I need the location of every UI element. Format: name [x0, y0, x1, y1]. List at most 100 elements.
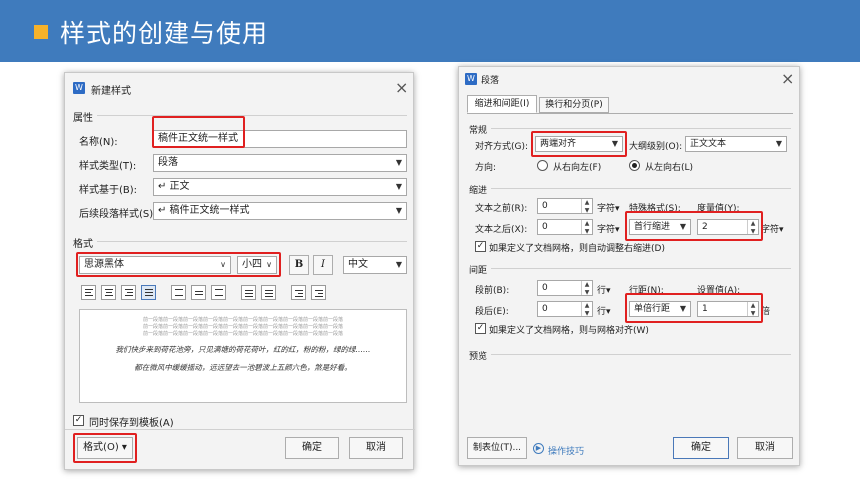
distribute-icon[interactable] — [171, 285, 186, 300]
tips-icon[interactable]: ▶ — [533, 443, 544, 454]
chevron-down-icon: ▼ — [775, 139, 782, 148]
unit-label[interactable]: 行▾ — [597, 283, 611, 296]
rtl-label: 从右向左(F) — [553, 163, 602, 173]
space-after-input[interactable]: 0 ▲ ▼ — [537, 301, 593, 317]
spinner-icon[interactable]: ▲ ▼ — [581, 220, 592, 234]
preview-prev-line: 前一段落前一段落前一段落前一段落前一段落前一段落前一段落前一段落前一段落前一段落 — [142, 317, 343, 323]
close-icon[interactable]: × — [781, 69, 794, 88]
divider — [467, 113, 793, 114]
section-format: 格式 — [73, 239, 93, 250]
increase-spacing-icon[interactable] — [241, 285, 256, 300]
chevron-down-icon: ▼ — [395, 206, 402, 215]
align-right-icon[interactable] — [121, 285, 136, 300]
section-indent: 缩进 — [469, 186, 488, 196]
unit-label[interactable]: 字符▾ — [597, 222, 620, 235]
dialog-title: 段落 — [481, 76, 500, 86]
tab-stops-button[interactable]: 制表位(T)... — [467, 437, 527, 459]
divider — [491, 128, 791, 129]
highlight-box — [73, 433, 137, 463]
unit-label[interactable]: 字符▾ — [597, 201, 620, 214]
tab-indent-spacing[interactable]: 缩进和间距(I) — [467, 95, 537, 113]
close-icon[interactable]: × — [395, 78, 408, 97]
chevron-down-icon: ▼ — [395, 158, 402, 167]
section-preview: 预览 — [469, 352, 488, 362]
align-center-icon[interactable] — [101, 285, 116, 300]
save-to-template-checkbox[interactable]: ✓ — [73, 415, 84, 426]
section-general: 常规 — [469, 126, 488, 136]
divider — [491, 268, 791, 269]
preview-text-line: 我们快步来到荷花池旁，只见满塘的荷花荷叶，红的红，粉的粉，绿的绿…… — [115, 345, 371, 354]
ltr-label: 从左向右(L) — [645, 163, 694, 173]
tab-line-page-break[interactable]: 换行和分页(P) — [539, 97, 609, 113]
bold-button[interactable]: B — [289, 255, 309, 275]
chevron-down-icon: ▼ — [395, 182, 402, 191]
space-after-label: 段后(E): — [475, 307, 509, 317]
preview-text-line: 都在微风中缓缓摇动，远远望去一池碧波上五颜六色，煞是好看。 — [134, 363, 352, 372]
preview-prev-line: 前一段落前一段落前一段落前一段落前一段落前一段落前一段落前一段落前一段落前一段落 — [142, 331, 343, 337]
italic-button[interactable]: I — [313, 255, 333, 275]
before-text-label: 文本之前(R): — [475, 204, 528, 214]
align-label: 对齐方式(G): — [475, 142, 529, 152]
highlight-box — [625, 293, 763, 323]
space-before-label: 段前(B): — [475, 286, 510, 296]
style-type-select[interactable]: 段落 ▼ — [153, 154, 407, 172]
type-label: 样式类型(T): — [79, 161, 137, 172]
divider — [491, 188, 791, 189]
grid-align-checkbox[interactable]: ✓ — [475, 323, 486, 334]
tips-link[interactable]: 操作技巧 — [548, 444, 584, 457]
divider — [97, 115, 407, 116]
name-label: 名称(N): — [79, 137, 118, 148]
ok-button[interactable]: 确定 — [285, 437, 339, 459]
highlight-box — [152, 116, 245, 148]
decrease-spacing-icon[interactable] — [261, 285, 276, 300]
highlight-box — [625, 211, 763, 241]
wps-logo-icon: W — [465, 73, 477, 85]
highlight-box — [76, 252, 281, 277]
decrease-indent-icon[interactable] — [291, 285, 306, 300]
divider — [491, 354, 791, 355]
spinner-icon[interactable]: ▲ ▼ — [581, 199, 592, 213]
spinner-icon[interactable]: ▲ ▼ — [581, 302, 592, 316]
align-left-icon[interactable] — [81, 285, 96, 300]
save-to-template-label: 同时保存到模板(A) — [89, 418, 174, 429]
paragraph-dialog: W 段落 × 缩进和间距(I) 换行和分页(P) 常规 对齐方式(G): 两端对… — [458, 66, 800, 466]
ok-button[interactable]: 确定 — [673, 437, 729, 459]
based-label: 样式基于(B): — [79, 185, 138, 196]
after-text-label: 文本之后(X): — [475, 225, 528, 235]
chevron-down-icon: ▼ — [395, 260, 402, 269]
outline-level-select[interactable]: 正文文本 ▼ — [685, 136, 787, 152]
language-select[interactable]: 中文 ▼ — [343, 256, 407, 274]
cancel-button[interactable]: 取消 — [349, 437, 403, 459]
bullet-square-icon — [34, 25, 48, 39]
divider — [97, 241, 407, 242]
divider — [65, 429, 415, 430]
cancel-button[interactable]: 取消 — [737, 437, 793, 459]
line-spacing-double-icon[interactable] — [211, 285, 226, 300]
section-properties: 属性 — [73, 113, 93, 124]
indent-before-input[interactable]: 0 ▲ ▼ — [537, 198, 593, 214]
highlight-box — [531, 131, 627, 157]
based-on-select[interactable]: ↵ 正文 ▼ — [153, 178, 407, 196]
justify-icon[interactable] — [141, 285, 156, 300]
outline-label: 大纲级别(O): — [629, 142, 683, 152]
ltr-radio[interactable] — [629, 160, 640, 171]
section-spacing: 间距 — [469, 266, 488, 276]
next-label: 后续段落样式(S): — [79, 209, 157, 220]
unit-label[interactable]: 字符▾ — [761, 222, 784, 235]
new-style-dialog: W 新建样式 × 属性 名称(N): 稿件正文统一样式 样式类型(T): 段落 ▼… — [64, 72, 415, 470]
spinner-icon[interactable]: ▲ ▼ — [581, 281, 592, 295]
wps-logo-icon: W — [73, 82, 85, 94]
line-spacing-single-icon[interactable] — [191, 285, 206, 300]
space-before-input[interactable]: 0 ▲ ▼ — [537, 280, 593, 296]
preview-prev-line: 前一段落前一段落前一段落前一段落前一段落前一段落前一段落前一段落前一段落前一段落 — [142, 324, 343, 330]
unit-label[interactable]: 行▾ — [597, 304, 611, 317]
next-style-select[interactable]: ↵ 稿件正文统一样式 ▼ — [153, 202, 407, 220]
direction-label: 方向: — [475, 163, 497, 173]
indent-after-input[interactable]: 0 ▲ ▼ — [537, 219, 593, 235]
increase-indent-icon[interactable] — [311, 285, 326, 300]
grid-indent-checkbox[interactable]: ✓ — [475, 241, 486, 252]
title-banner: 样式的创建与使用 — [0, 0, 860, 62]
dialog-title: 新建样式 — [91, 86, 131, 97]
grid-indent-label: 如果定义了文档网格，则自动调整右缩进(D) — [489, 244, 665, 254]
rtl-radio[interactable] — [537, 160, 548, 171]
